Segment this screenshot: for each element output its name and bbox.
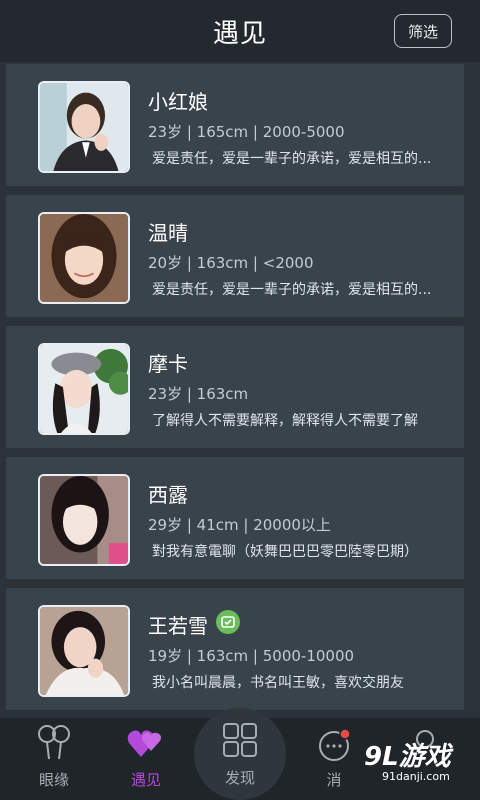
profile-name: 摩卡 <box>148 352 188 376</box>
message-icon <box>315 727 353 765</box>
avatar[interactable] <box>38 212 130 304</box>
watermark-main: 9L游戏 <box>364 742 451 772</box>
header-bar: 遇见 筛选 <box>0 0 480 62</box>
profile-name: 温晴 <box>148 221 188 245</box>
profile-meta: 29岁 | 41cm | 20000以上 <box>148 516 331 534</box>
avatar[interactable] <box>38 605 130 697</box>
filter-button[interactable]: 筛选 <box>394 14 452 48</box>
nav-item-discover[interactable]: 发现 <box>194 708 286 800</box>
avatar[interactable] <box>38 474 130 566</box>
nav-item-messages[interactable]: 消 <box>298 718 370 800</box>
avatar[interactable] <box>38 343 130 435</box>
profile-card[interactable]: 西露 29岁 | 41cm | 20000以上 對我有意電聊（妖舞巴巴巴零巴陸零… <box>6 457 464 579</box>
profile-bio: 爱是责任，爱是一辈子的承诺，爱是相互的... <box>152 151 432 167</box>
profile-card[interactable]: 小红娘 23岁 | 165cm | 2000-5000 爱是责任，爱是一辈子的承… <box>6 64 464 186</box>
watermark-logo: 9L游戏 91danji.com <box>362 728 472 790</box>
profile-name: 王若雪 <box>148 614 208 638</box>
profile-bio: 我小名叫晨晨，书名叫王敏，喜欢交朋友 <box>152 675 404 691</box>
nav-item-eyecontact[interactable]: 眼缘 <box>18 718 90 800</box>
nav-label: 发现 <box>224 768 255 787</box>
profile-meta: 20岁 | 163cm | <2000 <box>148 254 314 272</box>
profile-bio: 爱是责任，爱是一辈子的承诺，爱是相互的... <box>152 282 432 298</box>
profile-bio: 了解得人不需要解释，解释得人不需要了解 <box>152 413 418 429</box>
balloons-icon <box>35 723 73 765</box>
grid-icon <box>221 721 259 763</box>
profile-name: 西露 <box>148 483 188 507</box>
page-title: 遇见 <box>212 18 267 49</box>
avatar[interactable] <box>38 81 130 173</box>
nav-label: 遇见 <box>130 771 161 789</box>
profile-meta: 19岁 | 163cm | 5000-10000 <box>148 647 355 665</box>
nav-item-encounter[interactable]: 遇见 <box>110 718 182 800</box>
profile-card[interactable]: 温晴 20岁 | 163cm | <2000 爱是责任，爱是一辈子的承诺，爱是相… <box>6 195 464 317</box>
profile-card[interactable]: 摩卡 23岁 | 163cm 了解得人不需要解释，解释得人不需要了解 <box>6 326 464 448</box>
verified-icon <box>216 610 240 634</box>
profile-meta: 23岁 | 165cm | 2000-5000 <box>148 123 345 141</box>
profile-card[interactable]: 王若雪 19岁 | 163cm | 5000-10000 我小名叫晨晨，书名叫王… <box>6 588 464 710</box>
nav-label: 眼缘 <box>38 771 69 789</box>
profile-meta: 23岁 | 163cm <box>148 385 249 403</box>
profile-bio: 對我有意電聊（妖舞巴巴巴零巴陸零巴期） <box>152 544 418 560</box>
profile-list[interactable]: 小红娘 23岁 | 165cm | 2000-5000 爱是责任，爱是一辈子的承… <box>0 62 480 718</box>
hearts-icon <box>127 723 165 765</box>
profile-name: 小红娘 <box>148 90 208 114</box>
watermark-sub: 91danji.com <box>382 770 450 783</box>
nav-label: 消 <box>326 771 342 789</box>
